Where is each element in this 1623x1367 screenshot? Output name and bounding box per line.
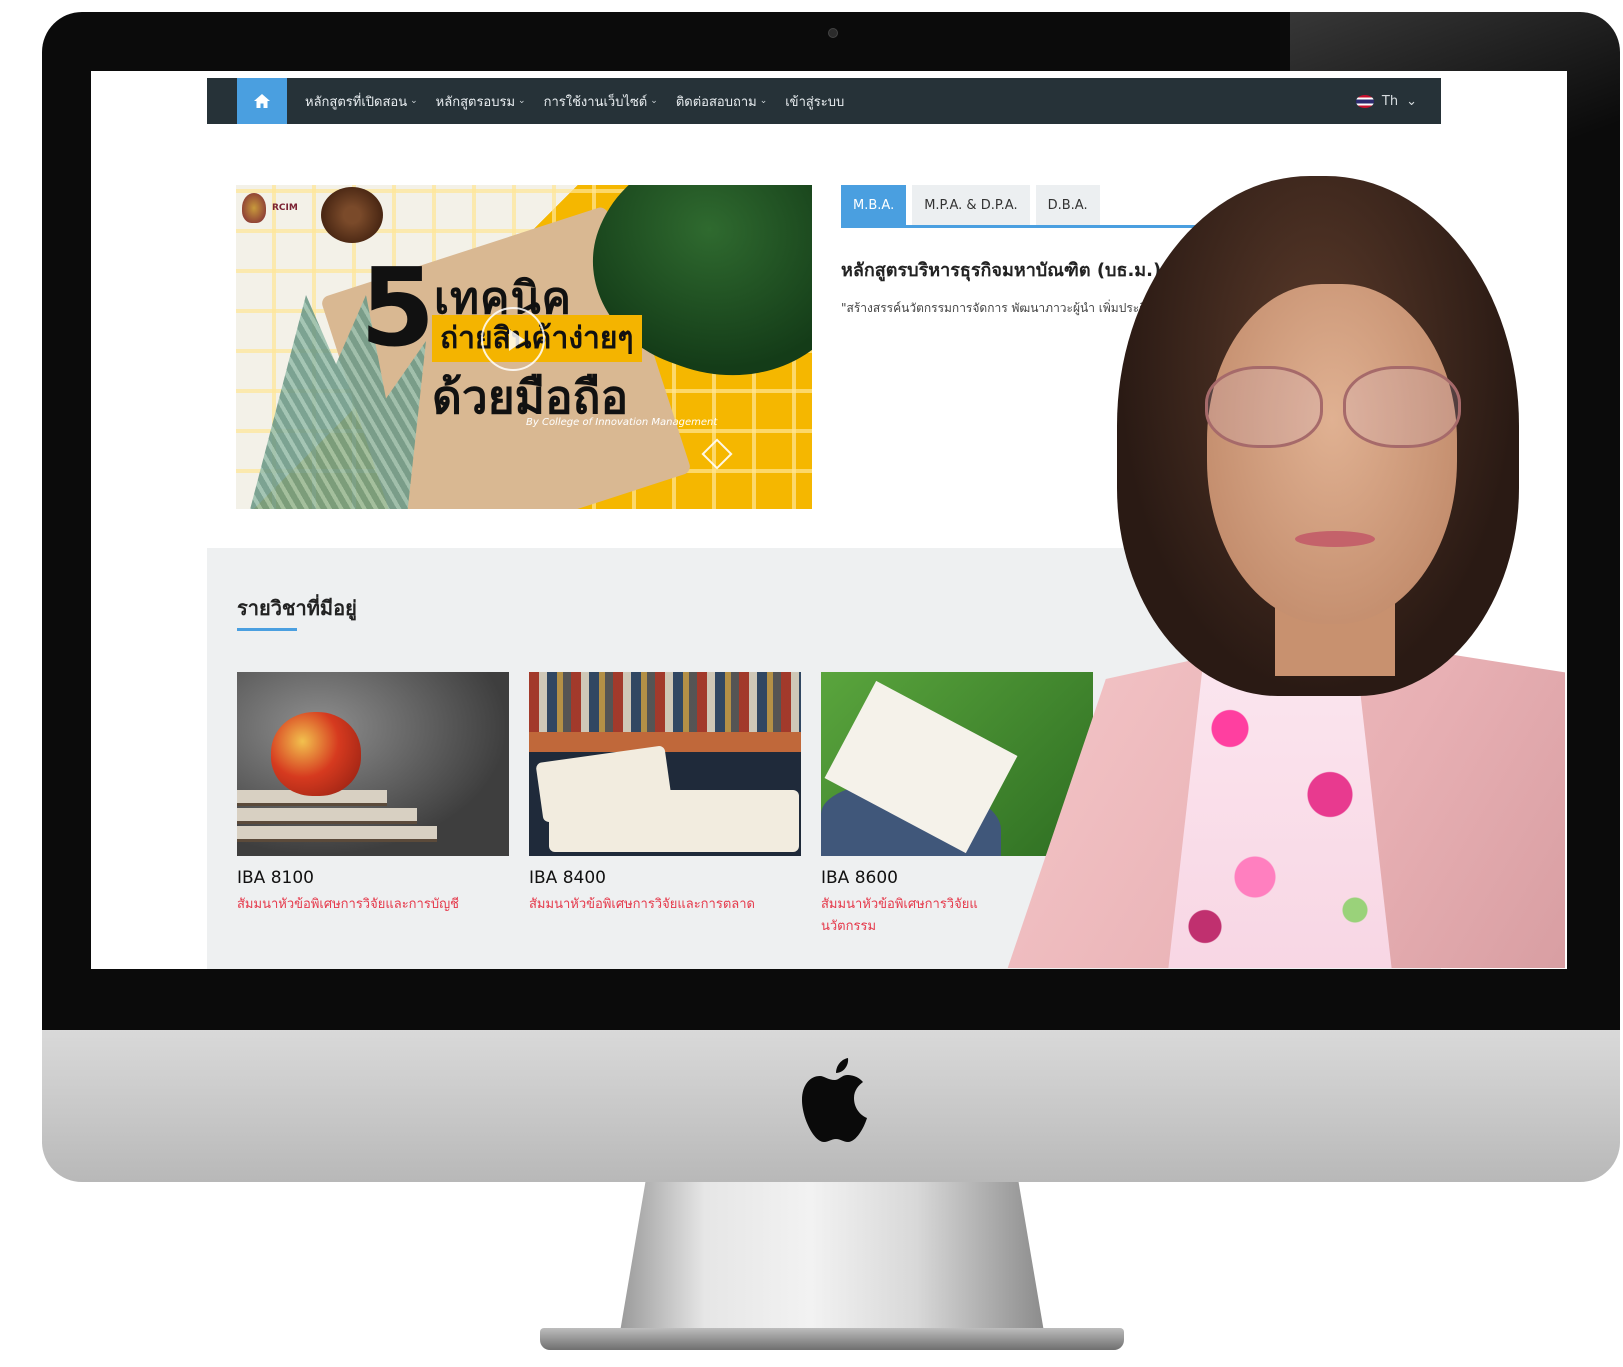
nav-item-label: เข้าสู่ระบบ xyxy=(785,94,845,110)
webcam xyxy=(828,28,838,38)
logo-text: RCIM xyxy=(272,203,298,213)
course-thumbnail-apple-books[interactable] xyxy=(237,672,509,856)
imac-mockup: หลักสูตรที่เปิดสอน ⌄ หลักสูตรอบรม ⌄ การใ… xyxy=(0,0,1623,1367)
tab-mba[interactable]: M.B.A. xyxy=(841,185,907,225)
chevron-down-icon: ⌄ xyxy=(759,96,768,106)
monitor-stand-base xyxy=(540,1328,1124,1350)
nav-item-programs[interactable]: หลักสูตรที่เปิดสอน ⌄ xyxy=(305,91,418,112)
apple-logo-icon xyxy=(802,1058,867,1142)
smile xyxy=(1295,531,1375,547)
book-shape xyxy=(237,808,417,824)
pinecone-image xyxy=(321,187,383,243)
nav-item-contact[interactable]: ติดต่อสอบถาม ⌄ xyxy=(676,91,767,112)
nav-item-label: หลักสูตรอบรม xyxy=(435,94,516,110)
course-card[interactable]: IBA 8100 สัมมนาหัวข้อพิเศษการวิจัยและการ… xyxy=(237,672,509,916)
nav-item-login[interactable]: เข้าสู่ระบบ xyxy=(785,91,844,112)
thai-flag-icon xyxy=(1355,94,1374,108)
hero-byline: By College of Innovation Management xyxy=(526,417,718,428)
book-shape xyxy=(237,826,437,842)
nav-item-training[interactable]: หลักสูตรอบรม ⌄ xyxy=(436,91,526,112)
course-name[interactable]: สัมมนาหัวข้อพิเศษการวิจัยและการบัญชี xyxy=(237,894,509,916)
section-heading: รายวิชาที่มีอยู่ xyxy=(237,596,357,620)
open-book-shape xyxy=(549,790,799,852)
top-navbar: หลักสูตรที่เปิดสอน ⌄ หลักสูตรอบรม ⌄ การใ… xyxy=(207,78,1441,124)
presenter-photo xyxy=(945,176,1565,968)
glasses-lens xyxy=(1205,366,1323,448)
course-code[interactable]: IBA 8400 xyxy=(529,868,801,888)
apple-shape xyxy=(271,712,361,796)
chevron-down-icon: ⌄ xyxy=(410,96,418,106)
nav-item-label: การใช้งานเว็บไซต์ xyxy=(543,94,648,110)
nav-item-label: หลักสูตรที่เปิดสอน xyxy=(305,94,408,110)
course-thumbnail-open-books[interactable] xyxy=(529,672,801,856)
glasses-icon xyxy=(1195,366,1475,456)
course-card[interactable]: IBA 8400 สัมมนาหัวข้อพิเศษการวิจัยและการ… xyxy=(529,672,801,916)
college-logo: RCIM xyxy=(242,193,298,223)
nav-item-label: ติดต่อสอบถาม xyxy=(675,94,757,110)
hero-video-banner[interactable]: RCIM 5 เทคนิค ถ่ายสินค้าง่ายๆ ด้วยมือถือ… xyxy=(236,185,812,509)
course-code[interactable]: IBA 8100 xyxy=(237,868,509,888)
home-icon xyxy=(254,94,270,108)
nav-home-button[interactable] xyxy=(237,78,287,124)
university-seal-icon xyxy=(242,193,266,223)
chevron-down-icon: ⌄ xyxy=(518,96,526,106)
glasses-lens xyxy=(1343,366,1461,448)
hero-number: 5 xyxy=(360,246,436,371)
language-label: Th xyxy=(1381,93,1399,109)
monitor-stand xyxy=(620,1182,1044,1332)
chevron-down-icon: ⌄ xyxy=(650,96,658,106)
bookshelf-shape xyxy=(529,672,801,732)
language-selector[interactable]: Th ⌄ xyxy=(1355,93,1417,109)
heading-underline xyxy=(237,628,297,631)
nav-item-website-usage[interactable]: การใช้งานเว็บไซต์ ⌄ xyxy=(544,91,658,112)
course-name[interactable]: สัมมนาหัวข้อพิเศษการวิจัยและการตลาด xyxy=(529,894,801,916)
play-icon[interactable] xyxy=(481,307,545,371)
chevron-down-icon: ⌄ xyxy=(1406,93,1417,109)
table-shape xyxy=(529,732,801,752)
